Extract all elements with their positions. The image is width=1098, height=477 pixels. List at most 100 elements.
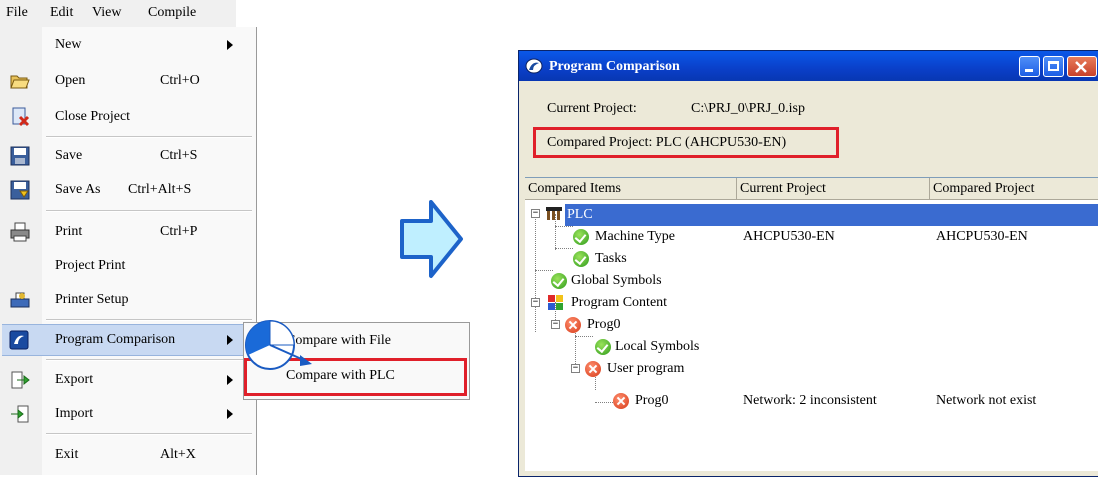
- menu-shortcut: Ctrl+Alt+S: [128, 182, 192, 197]
- menu-file[interactable]: File: [6, 5, 28, 21]
- menu-item-label: Open: [55, 73, 86, 88]
- menu-shortcut: Ctrl+S: [160, 148, 198, 163]
- menu-item-program-comparison[interactable]: Program Comparison: [2, 324, 252, 356]
- close-button[interactable]: [1067, 56, 1097, 77]
- menu-item-save-as[interactable]: Save As Ctrl+Alt+S: [0, 175, 256, 205]
- menu-item-label: Save As: [55, 182, 101, 197]
- check-ok-icon: [551, 273, 567, 289]
- column-header-compared-items[interactable]: Compared Items: [525, 178, 737, 200]
- row-name: Global Symbols: [571, 273, 662, 288]
- menu-item-import[interactable]: Import: [0, 399, 256, 429]
- table-row[interactable]: − Program Content: [525, 292, 1098, 314]
- table-row[interactable]: Prog0 Network: 2 inconsistent Network no…: [525, 390, 1098, 412]
- save-as-icon: [10, 180, 30, 200]
- table-row[interactable]: Machine Type AHCPU530-EN AHCPU530-EN: [525, 226, 1098, 248]
- menu-item-export[interactable]: Export: [0, 365, 256, 395]
- menu-item-label: Import: [55, 406, 94, 421]
- tree-collapse-toggle[interactable]: −: [531, 209, 540, 218]
- menu-edit[interactable]: Edit: [50, 5, 73, 21]
- menu-bar: File Edit View Compile: [0, 0, 236, 28]
- menu-item-label: Export: [55, 372, 94, 387]
- menu-item-label: Printer Setup: [55, 292, 129, 307]
- current-project-row: Current Project: C:\PRJ_0\PRJ_0.isp: [547, 101, 805, 117]
- menu-item-label: Program Comparison: [55, 332, 176, 347]
- export-icon: [11, 371, 30, 389]
- program-comparison-icon: [9, 330, 29, 350]
- table-row[interactable]: Global Symbols: [525, 270, 1098, 292]
- maximize-icon: [1048, 61, 1059, 71]
- row-name: Prog0: [587, 317, 621, 332]
- highlight-box-compared-project: [533, 127, 839, 158]
- menu-compile[interactable]: Compile: [148, 5, 196, 21]
- comparison-tree-grid: Compared Items Current Project Compared …: [525, 177, 1098, 471]
- menu-shortcut: Alt+X: [160, 447, 196, 462]
- table-row[interactable]: Tasks: [525, 248, 1098, 270]
- row-name: Local Symbols: [615, 339, 700, 354]
- close-icon: [1075, 61, 1087, 73]
- maximize-button[interactable]: [1043, 56, 1064, 77]
- menu-separator: [46, 433, 252, 435]
- menu-item-close-project[interactable]: Close Project: [0, 102, 256, 132]
- check-ok-icon: [573, 229, 589, 245]
- table-row[interactable]: PLC: [565, 204, 1098, 226]
- minimize-button[interactable]: [1019, 56, 1040, 77]
- click-indicator-icon: [245, 320, 312, 370]
- menu-separator: [46, 210, 252, 212]
- menu-item-exit[interactable]: Exit Alt+X: [0, 440, 256, 470]
- row-name: PLC: [567, 207, 593, 222]
- menu-item-open[interactable]: Open Ctrl+O: [0, 66, 256, 96]
- submenu-arrow-icon: [227, 375, 233, 385]
- tree-collapse-toggle[interactable]: −: [531, 298, 540, 307]
- open-folder-icon: [10, 75, 30, 89]
- row-compared-value: AHCPU530-EN: [936, 229, 1028, 244]
- minimize-icon: [1025, 69, 1033, 72]
- row-compared-value: Network not exist: [936, 393, 1037, 408]
- table-row[interactable]: − Prog0: [525, 314, 1098, 336]
- menu-item-project-print[interactable]: Project Print: [0, 251, 256, 281]
- printer-setup-icon: [10, 292, 30, 308]
- right-arrow-icon: [400, 200, 463, 278]
- row-name: Tasks: [595, 251, 627, 266]
- column-header-compared-project[interactable]: Compared Project: [930, 178, 1098, 200]
- menu-item-save[interactable]: Save Ctrl+S: [0, 141, 256, 171]
- current-project-label: Current Project:: [547, 101, 637, 116]
- menu-item-label: Print: [55, 224, 83, 239]
- menu-item-printer-setup[interactable]: Printer Setup: [0, 285, 256, 315]
- row-name: Prog0: [635, 393, 669, 408]
- current-project-value: C:\PRJ_0\PRJ_0.isp: [691, 101, 805, 116]
- import-icon: [11, 405, 29, 423]
- check-ok-icon: [573, 251, 589, 267]
- check-ok-icon: [595, 339, 611, 355]
- menu-item-label: Save: [55, 148, 83, 163]
- menu-view[interactable]: View: [92, 5, 121, 21]
- table-row[interactable]: Local Symbols: [525, 336, 1098, 358]
- row-name: Program Content: [571, 295, 668, 310]
- row-current-value: Network: 2 inconsistent: [743, 393, 877, 408]
- error-x-icon: [613, 393, 629, 409]
- dialog-title-bar: Program Comparison: [519, 51, 1098, 81]
- menu-item-print[interactable]: Print Ctrl+P: [0, 217, 256, 247]
- table-row[interactable]: − User program: [525, 358, 1098, 380]
- plc-icon: [546, 207, 562, 220]
- menu-shortcut: Ctrl+P: [160, 224, 198, 239]
- submenu-arrow-icon: [227, 335, 233, 345]
- menu-item-new[interactable]: New: [0, 30, 256, 60]
- tree-collapse-toggle[interactable]: −: [571, 364, 580, 373]
- column-header-current-project[interactable]: Current Project: [737, 178, 930, 200]
- submenu-arrow-icon: [227, 409, 233, 419]
- error-x-icon: [565, 317, 581, 333]
- submenu-arrow-icon: [227, 40, 233, 50]
- menu-item-label: New: [55, 37, 82, 52]
- tree-collapse-toggle[interactable]: −: [551, 320, 560, 329]
- menu-separator: [46, 136, 252, 138]
- menu-separator: [46, 319, 252, 321]
- printer-icon: [10, 222, 30, 242]
- menu-item-label: Exit: [55, 447, 79, 462]
- program-comparison-icon: [525, 58, 543, 74]
- dialog-title: Program Comparison: [549, 59, 680, 74]
- floppy-disk-icon: [10, 146, 30, 166]
- error-x-icon: [585, 361, 601, 377]
- row-current-value: AHCPU530-EN: [743, 229, 835, 244]
- menu-separator: [46, 359, 252, 361]
- file-menu: New Open Ctrl+O Close Project Save Ctrl+…: [0, 27, 257, 475]
